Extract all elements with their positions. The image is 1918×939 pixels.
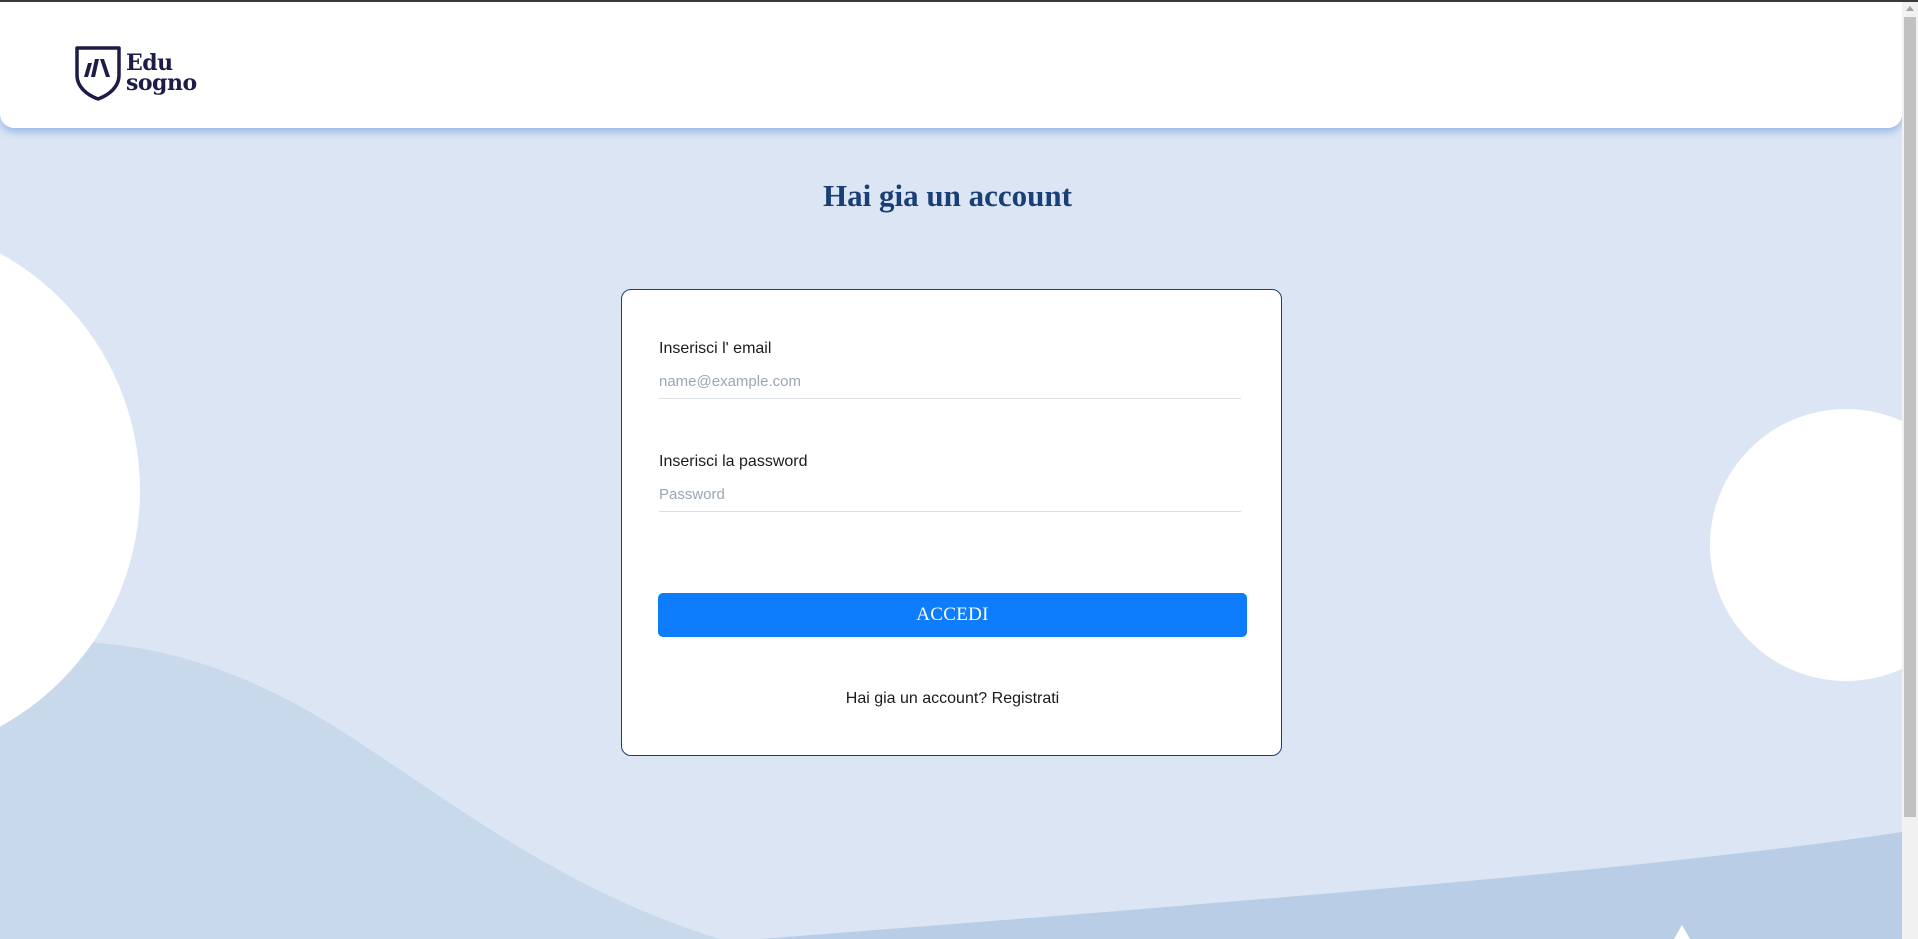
login-button[interactable]: ACCEDI: [658, 593, 1247, 637]
brand-name: Edu sogno: [126, 52, 197, 96]
brand-logo[interactable]: Edu sogno: [74, 45, 197, 101]
brand-name-line2: sogno: [126, 70, 197, 96]
register-prompt: Hai gia un account? Registrati: [622, 690, 1283, 708]
site-header: Edu sogno: [0, 2, 1902, 128]
shield-books-icon: [75, 46, 121, 101]
register-prompt-text: Hai gia un account?: [845, 690, 988, 707]
password-field[interactable]: [659, 478, 1241, 512]
email-label: Inserisci l' email: [659, 340, 772, 357]
background-wave-right: [760, 832, 1902, 939]
email-field[interactable]: [659, 365, 1241, 399]
login-card: Inserisci l' email Inserisci la password…: [621, 289, 1282, 756]
scrollbar-thumb[interactable]: [1904, 17, 1916, 817]
password-label: Inserisci la password: [659, 453, 808, 470]
vertical-scrollbar[interactable]: [1902, 2, 1918, 939]
background-wave-left: [0, 641, 720, 939]
background-circle-right: [1710, 409, 1902, 681]
register-link[interactable]: Registrati: [992, 690, 1060, 707]
page-title: Hai gia un account: [823, 178, 1072, 213]
window-top-border: [0, 0, 1918, 2]
scroll-up-arrow-icon[interactable]: [1906, 6, 1914, 11]
